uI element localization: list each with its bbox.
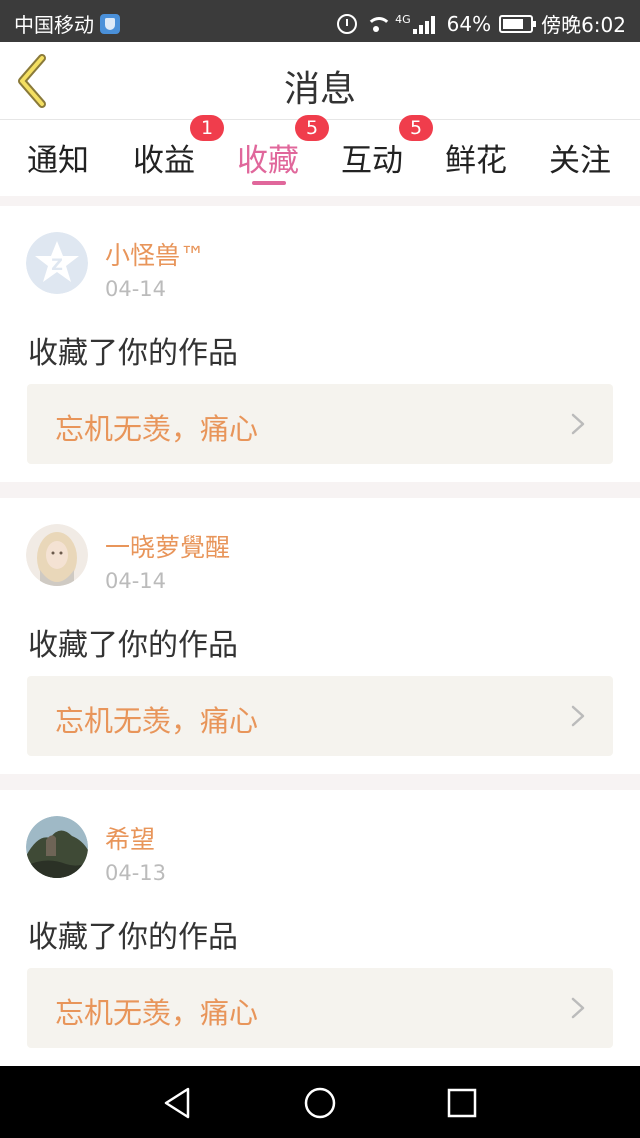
page-title: 消息 <box>283 69 356 110</box>
tab-label: 鲜花 <box>445 143 507 179</box>
tab-label: 通知 <box>27 143 89 179</box>
alarm-icon <box>337 13 358 34</box>
work-link[interactable]: 忘机无羡，痛心 <box>27 968 613 1048</box>
svg-text:Z: Z <box>51 255 63 274</box>
chevron-right-icon <box>571 997 585 1019</box>
nav-recents-icon[interactable] <box>442 1083 482 1123</box>
network-type: 4G <box>395 13 411 26</box>
app-header: 消息 <box>0 42 640 120</box>
avatar[interactable]: Z <box>26 232 88 294</box>
wifi-icon <box>365 15 393 33</box>
q-default-avatar-icon: Z <box>26 232 88 294</box>
username[interactable]: 一晓萝覺醒 <box>105 528 230 564</box>
signal-icon <box>412 14 439 34</box>
timestamp: 04-14 <box>105 277 167 301</box>
landscape-photo-avatar-icon <box>26 816 88 878</box>
tab-label: 关注 <box>549 143 611 179</box>
carrier-name: 中国移动 <box>14 13 94 37</box>
timestamp: 04-13 <box>105 861 167 885</box>
security-shield-icon <box>100 13 120 34</box>
work-title: 忘机无羡，痛心 <box>55 704 259 738</box>
nav-back-icon[interactable] <box>158 1083 198 1123</box>
tab-favorites[interactable]: 收藏 5 <box>216 115 329 196</box>
work-title: 忘机无羡，痛心 <box>55 412 259 446</box>
chevron-right-icon <box>571 705 585 727</box>
tab-earnings[interactable]: 收益 1 <box>112 115 224 196</box>
list-item: 希望 04-13 收藏了你的作品 忘机无羡，痛心 <box>0 790 640 1066</box>
list-item: Z 小怪兽™ 04-14 收藏了你的作品 忘机无羡，痛心 <box>0 206 640 482</box>
list-item: 一晓萝覺醒 04-14 收藏了你的作品 忘机无羡，痛心 <box>0 498 640 774</box>
avatar[interactable] <box>26 816 88 878</box>
tab-notifications[interactable]: 通知 <box>6 120 110 196</box>
tab-label: 互动 <box>341 143 403 179</box>
category-tabs: 通知 收益 1 收藏 5 互动 5 鲜花 关注 <box>0 115 640 196</box>
tab-follows[interactable]: 关注 <box>528 120 632 196</box>
status-bar: 中国移动 4G 64% 傍晚6:02 <box>0 0 640 42</box>
work-title: 忘机无羡，痛心 <box>55 996 259 1030</box>
tab-interactions[interactable]: 互动 5 <box>320 115 433 196</box>
nav-home-icon[interactable] <box>300 1083 340 1123</box>
avatar[interactable] <box>26 524 88 586</box>
battery-icon <box>499 14 537 33</box>
active-tab-indicator <box>252 181 286 185</box>
girl-photo-avatar-icon <box>26 524 88 586</box>
timestamp: 04-14 <box>105 569 167 593</box>
username[interactable]: 希望 <box>105 820 155 856</box>
chevron-right-icon <box>571 413 585 435</box>
action-text: 收藏了你的作品 <box>28 920 238 955</box>
battery-percent: 64% <box>446 11 492 36</box>
tab-label: 收益 <box>133 143 195 179</box>
work-link[interactable]: 忘机无羡，痛心 <box>27 676 613 756</box>
action-text: 收藏了你的作品 <box>28 336 238 371</box>
tab-flowers[interactable]: 鲜花 <box>424 120 528 196</box>
clock: 傍晚6:02 <box>541 13 626 37</box>
work-link[interactable]: 忘机无羡，痛心 <box>27 384 613 464</box>
tab-label: 收藏 <box>237 143 299 179</box>
action-text: 收藏了你的作品 <box>28 628 238 663</box>
username[interactable]: 小怪兽™ <box>105 236 205 272</box>
system-nav-bar <box>0 1066 640 1138</box>
